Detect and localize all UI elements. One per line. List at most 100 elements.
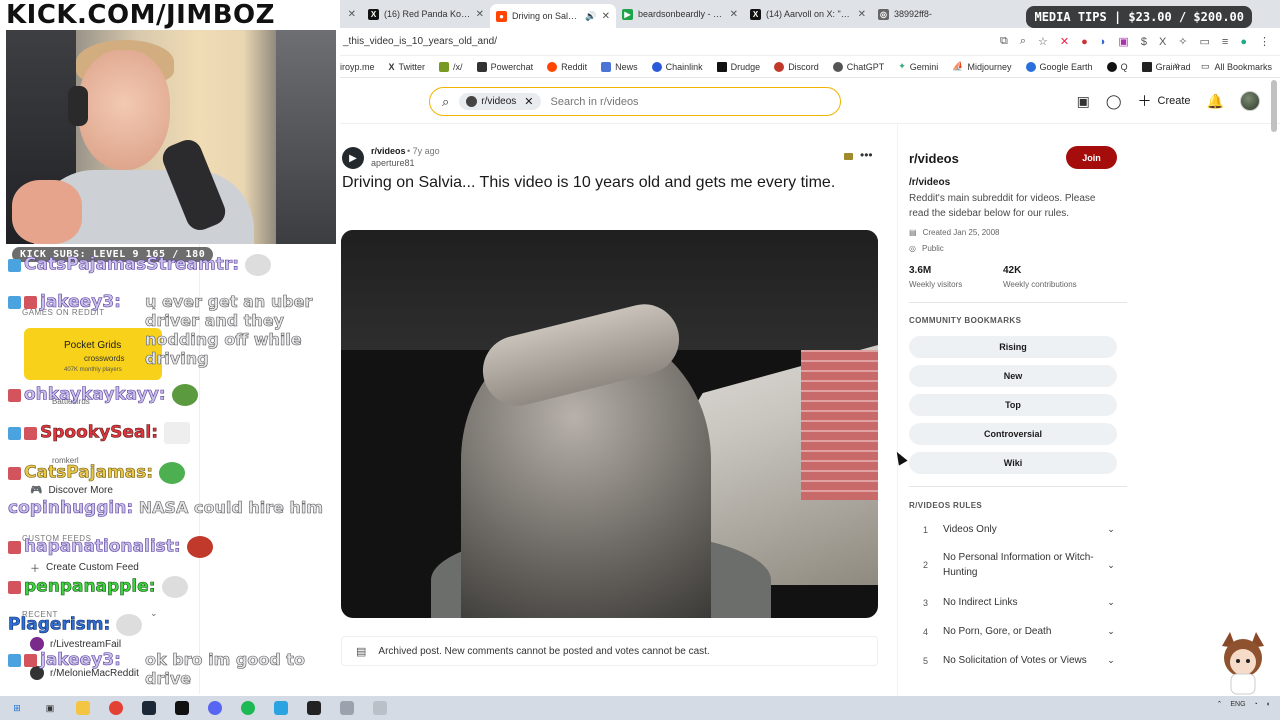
avatar[interactable] — [1240, 91, 1260, 111]
tab-close-prev[interactable]: ✕ — [340, 2, 362, 26]
chevron-down-icon: ⌄ — [1107, 626, 1115, 636]
profile-icon[interactable]: ● — [1240, 36, 1247, 48]
tab-4[interactable]: X (14) Aarvoll on X: "We ✕ — [744, 2, 872, 26]
close-icon[interactable]: ✕ — [524, 95, 533, 108]
extension-icon[interactable]: ◗ — [1100, 36, 1107, 48]
close-icon[interactable]: ✕ — [476, 9, 484, 20]
bookmark-item[interactable]: Reddit — [547, 61, 587, 72]
zoom-icon[interactable]: ⌕ — [1020, 35, 1026, 48]
app-icon[interactable] — [373, 701, 387, 715]
chat-message: CatsPajamas: — [8, 462, 186, 484]
volume-icon[interactable]: ◖ — [1266, 701, 1270, 708]
extension-icon[interactable]: ▣ — [1118, 35, 1128, 48]
bookmark-item[interactable]: Q — [1106, 61, 1128, 72]
search-bar[interactable]: ⌕ r/videos ✕ — [429, 87, 841, 116]
chat-message: CatsPajamasStreamtr: — [8, 254, 272, 276]
post-subreddit[interactable]: r/videos — [371, 146, 406, 156]
chevron-down-icon: ⌄ — [1107, 597, 1115, 607]
bookmark-rising-button[interactable]: Rising — [909, 336, 1117, 358]
bookmark-item[interactable]: News — [601, 61, 638, 72]
bookmark-item[interactable]: Discord — [774, 61, 819, 72]
x-logo-icon[interactable]: X — [1159, 36, 1166, 48]
bookmark-item[interactable]: ⛵ Midjourney — [952, 61, 1011, 72]
video-player[interactable] — [341, 230, 878, 618]
tab-1[interactable]: X (16) Red Panda Koala o ✕ — [362, 2, 490, 26]
bell-icon[interactable]: 🔔 — [1207, 93, 1224, 110]
bookmark-item[interactable]: Drudge — [716, 61, 760, 72]
search-input[interactable] — [550, 95, 811, 108]
bookmark-top-button[interactable]: Top — [909, 394, 1117, 416]
webcam-person-face — [78, 50, 170, 170]
url-field[interactable]: _this_video_is_10_years_old_and/ — [340, 36, 1000, 47]
stat-contributions-label: Weekly contributions — [1003, 280, 1077, 289]
tab-2[interactable]: ● Driving on Salvia... 🔊 ✕ — [490, 4, 616, 28]
advertise-icon[interactable]: ▣ — [1077, 93, 1090, 110]
bookmark-item[interactable]: Google Earth — [1025, 61, 1093, 72]
speaker-icon[interactable]: 🔊 — [585, 11, 596, 22]
spotify-icon[interactable] — [241, 701, 255, 715]
bookmark-controversial-button[interactable]: Controversial — [909, 423, 1117, 445]
bookmark-item[interactable]: /x/ — [439, 61, 463, 72]
close-icon[interactable]: ✕ — [730, 9, 738, 20]
terminal-icon[interactable] — [175, 701, 189, 715]
headset-icon — [68, 86, 88, 126]
task-view-icon[interactable]: ▣ — [43, 701, 57, 715]
rule-item[interactable]: 5 No Solicitation of Votes or Views ⌄ — [909, 653, 1119, 668]
chevron-up-icon[interactable]: ⌃ — [1216, 700, 1222, 708]
extension-icon[interactable]: $ — [1141, 36, 1147, 48]
kebab-icon[interactable]: ⋮ — [1259, 35, 1270, 48]
windows-start-icon[interactable]: ⊞ — [10, 701, 24, 715]
page-scrollbar[interactable] — [1271, 80, 1277, 132]
bookmark-item[interactable]: iroyp.me — [340, 62, 375, 72]
discord-icon[interactable] — [208, 701, 222, 715]
join-button[interactable]: Join — [1066, 146, 1117, 169]
more-options-icon[interactable]: ••• — [860, 148, 873, 162]
chrome-icon[interactable] — [109, 701, 123, 715]
rule-item[interactable]: 2 No Personal Information or Witch-Huntin… — [909, 550, 1119, 580]
wifi-icon[interactable]: ◔ — [1254, 701, 1258, 708]
close-icon[interactable]: ✕ — [858, 9, 866, 20]
star-icon[interactable]: ☆ — [1038, 35, 1048, 48]
bookmark-new-button[interactable]: New — [909, 365, 1117, 387]
file-explorer-icon[interactable] — [76, 701, 90, 715]
x-logo-icon: X — [388, 61, 395, 72]
tab-5[interactable]: ◎ 38992ff8- — [872, 2, 972, 26]
sidebar-icon[interactable]: ▭ — [1200, 35, 1210, 48]
rules-heading: R/VIDEOS RULES — [909, 501, 983, 510]
bookmark-item[interactable]: Powerchat — [476, 61, 533, 72]
all-bookmarks[interactable]: ▭ All Bookmarks — [1201, 61, 1272, 72]
subreddit-icon[interactable]: ▶ — [342, 147, 364, 169]
extension-icon[interactable]: ● — [1081, 36, 1088, 48]
menu-icon[interactable]: ≡ — [1222, 36, 1228, 48]
post-author[interactable]: aperture81 — [371, 158, 415, 168]
puzzle-icon[interactable]: ✧ — [1178, 35, 1187, 48]
cast-icon[interactable]: ⧉ — [1000, 35, 1008, 48]
rule-item[interactable]: 1 Videos Only ⌄ — [909, 522, 1119, 537]
language-indicator[interactable]: ENG — [1230, 701, 1245, 708]
bookmark-item[interactable]: X Twitter — [389, 62, 426, 72]
bookmark-item[interactable]: Chainlink — [651, 61, 703, 72]
chat-message: SpookySeal: — [8, 422, 191, 444]
rule-item[interactable]: 3 No Indirect Links ⌄ — [909, 595, 1119, 610]
search-scope-chip[interactable]: r/videos ✕ — [459, 93, 541, 110]
tab-3[interactable]: ▶ beardsonbeardly - Wat ✕ — [616, 2, 744, 26]
rule-item[interactable]: 4 No Porn, Gore, or Death ⌄ — [909, 624, 1119, 639]
bookmark-item[interactable]: Grainrad — [1141, 61, 1191, 72]
extension-icon[interactable]: ✕ — [1060, 35, 1069, 48]
bookmark-item[interactable]: ChatGPT — [832, 61, 884, 72]
chat-icon[interactable]: ◯ — [1106, 93, 1122, 110]
chevron-down-icon: ⌄ — [1107, 524, 1115, 534]
gemini-icon: ✦ — [898, 61, 906, 71]
telegram-icon[interactable] — [274, 701, 288, 715]
close-icon[interactable]: ✕ — [602, 11, 610, 22]
chevron-right-icon[interactable]: » — [1174, 60, 1180, 72]
bookmark-wiki-button[interactable]: Wiki — [909, 452, 1117, 474]
steam-icon[interactable] — [142, 701, 156, 715]
close-icon[interactable]: ✕ — [348, 9, 356, 20]
post-title: Driving on Salvia... This video is 10 ye… — [342, 174, 836, 191]
obs-icon[interactable] — [307, 701, 321, 715]
emote-icon — [161, 576, 188, 598]
create-button[interactable]: ＋ Create — [1138, 91, 1191, 111]
bookmark-item[interactable]: ✦ Gemini — [898, 61, 938, 72]
app-icon[interactable] — [340, 701, 354, 715]
